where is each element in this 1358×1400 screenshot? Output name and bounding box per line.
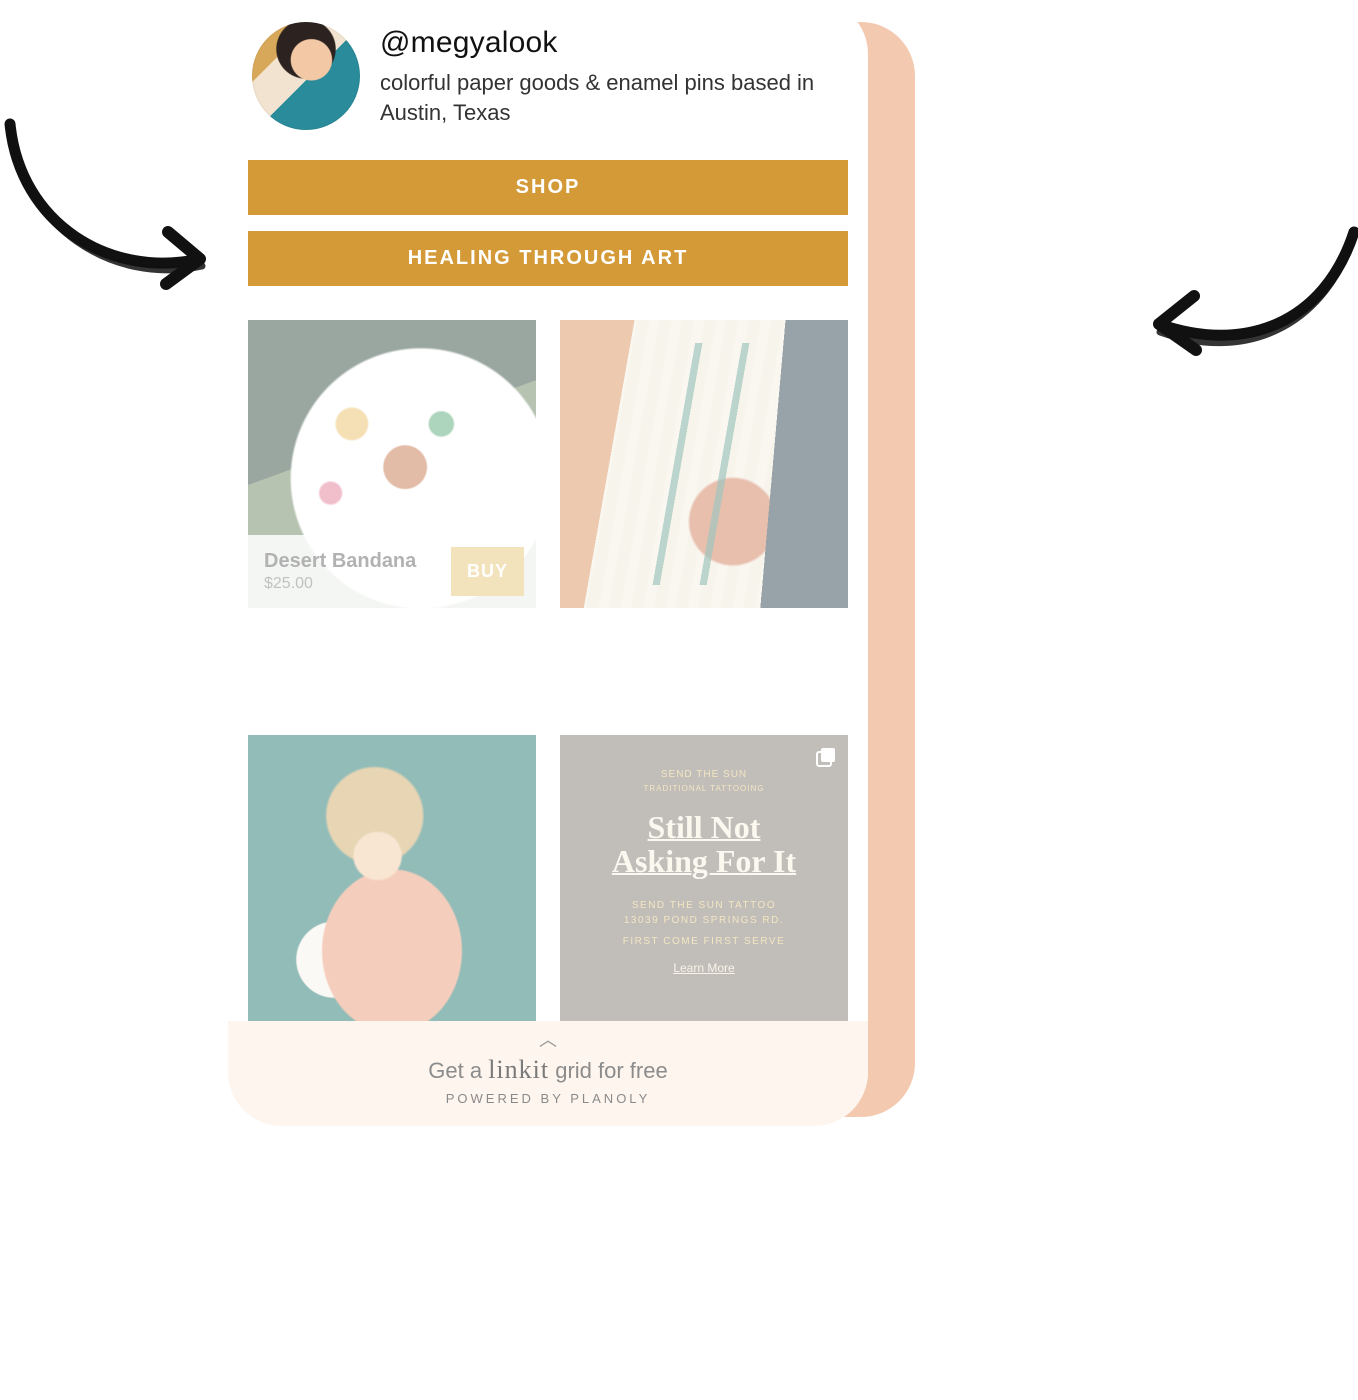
product-overlay: Desert Bandana $25.00 BUY <box>248 535 536 608</box>
grid-tile-3[interactable] <box>248 735 536 1023</box>
grid-tile-1[interactable]: Desert Bandana $25.00 BUY <box>248 320 536 608</box>
post-grid: Desert Bandana $25.00 BUY SEND THE SUN T… <box>248 320 848 1126</box>
link-button-shop[interactable]: SHOP <box>248 160 848 215</box>
tile4-headline: Still Not Asking For It <box>612 811 796 878</box>
buy-button[interactable]: BUY <box>451 547 524 596</box>
footer: ︿ Get a linkit grid for free POWERED BY … <box>228 1021 868 1126</box>
tile4-detail-1: SEND THE SUN TATTOO <box>632 900 776 911</box>
callout-arrow-right <box>1104 214 1358 384</box>
link-button-healing[interactable]: HEALING THROUGH ART <box>248 231 848 286</box>
tile4-detail-2: 13039 POND SPRINGS RD. <box>624 915 784 926</box>
profile-handle[interactable]: @megyalook <box>380 26 820 60</box>
profile-bio: colorful paper goods & enamel pins based… <box>380 68 820 127</box>
carousel-icon <box>814 745 838 769</box>
tile4-arc-text: SEND THE SUN <box>661 769 747 780</box>
product-price: $25.00 <box>264 575 416 593</box>
profile-header: @megyalook colorful paper goods & enamel… <box>248 18 848 150</box>
chevron-up-icon[interactable]: ︿ <box>228 1031 868 1049</box>
grid-tile-4[interactable]: SEND THE SUN TRADITIONAL TATTOOING Still… <box>560 735 848 1023</box>
avatar[interactable] <box>252 22 360 130</box>
tile4-learn-more[interactable]: Learn More <box>673 961 734 975</box>
footer-cta[interactable]: Get a linkit grid for free <box>228 1055 868 1085</box>
grid-tile-2[interactable] <box>560 320 848 608</box>
product-name: Desert Bandana <box>264 550 416 573</box>
device-frame: @megyalook colorful paper goods & enamel… <box>228 0 868 1126</box>
callout-arrow-left <box>0 104 250 314</box>
footer-powered-by: POWERED BY PLANOLY <box>228 1091 868 1106</box>
tile4-detail-3: FIRST COME FIRST SERVE <box>623 936 785 947</box>
tile4-arc-sub: TRADITIONAL TATTOOING <box>643 784 764 793</box>
